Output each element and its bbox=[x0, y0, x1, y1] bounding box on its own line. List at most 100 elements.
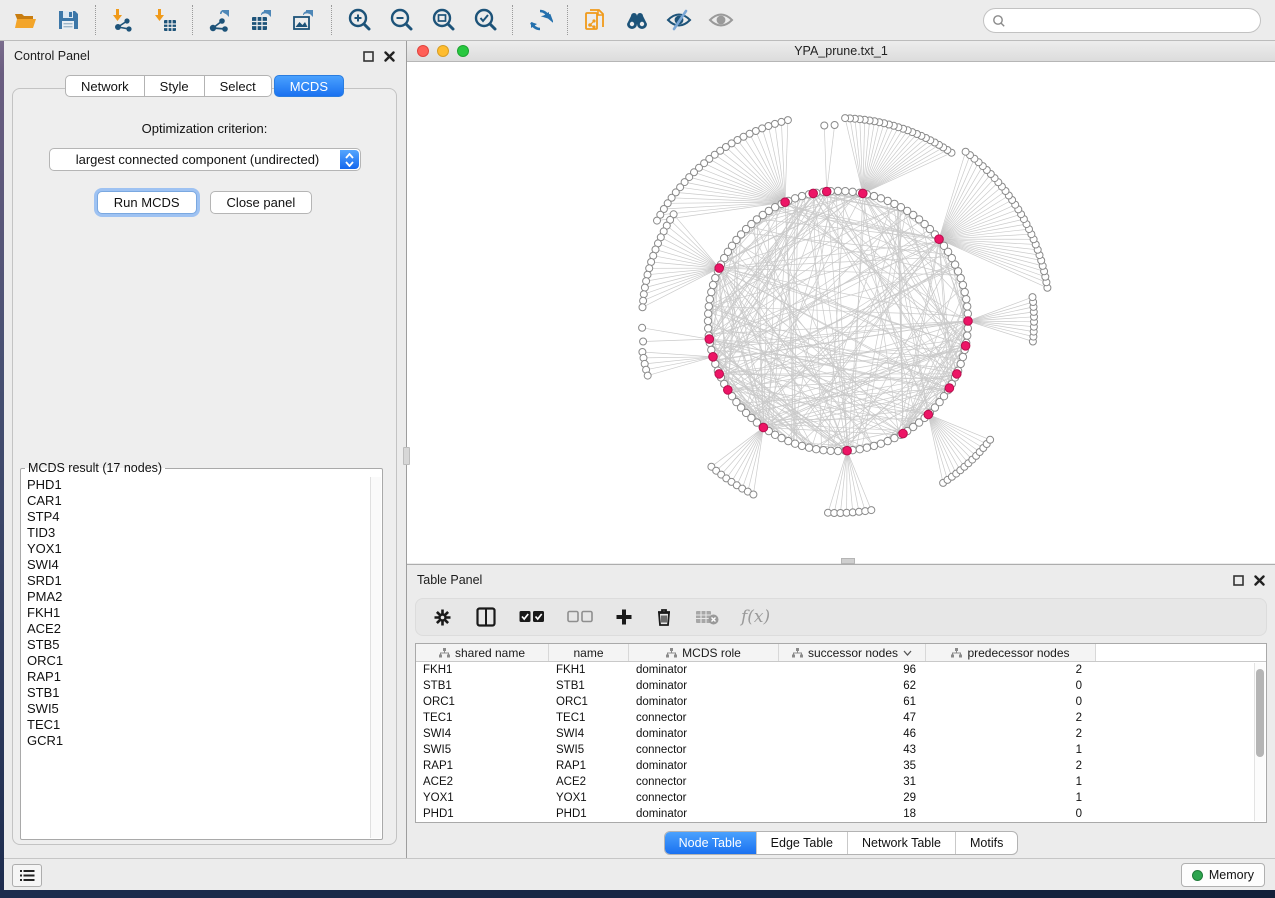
memory-button[interactable]: Memory bbox=[1181, 863, 1265, 887]
ring-node[interactable] bbox=[791, 195, 798, 202]
zoom-out-icon[interactable] bbox=[387, 6, 415, 34]
fan-node[interactable] bbox=[640, 291, 647, 298]
fan-node[interactable] bbox=[644, 271, 651, 278]
hub-node[interactable] bbox=[924, 410, 933, 419]
ring-node[interactable] bbox=[964, 303, 971, 310]
table-row[interactable]: SWI4SWI4dominator462 bbox=[416, 726, 1266, 742]
table-row[interactable]: STB1STB1dominator620 bbox=[416, 678, 1266, 694]
import-network-icon[interactable] bbox=[109, 6, 137, 34]
fan-node[interactable] bbox=[784, 117, 791, 124]
mcds-list-item[interactable]: TEC1 bbox=[22, 717, 381, 733]
ring-node[interactable] bbox=[708, 288, 715, 295]
ring-node[interactable] bbox=[827, 447, 834, 454]
ring-node[interactable] bbox=[877, 440, 884, 447]
zoom-fit-icon[interactable] bbox=[429, 6, 457, 34]
ring-node[interactable] bbox=[964, 332, 971, 339]
mcds-list-item[interactable]: TID3 bbox=[22, 525, 381, 541]
float-panel-icon[interactable] bbox=[1233, 575, 1244, 586]
ring-node[interactable] bbox=[834, 447, 841, 454]
table-row[interactable]: RAP1RAP1dominator352 bbox=[416, 758, 1266, 774]
mcds-list-item[interactable]: SWI4 bbox=[22, 557, 381, 573]
column-header-shared-name[interactable]: shared name bbox=[416, 644, 549, 661]
ring-node[interactable] bbox=[805, 444, 812, 451]
open-file-icon[interactable] bbox=[12, 6, 40, 34]
function-builder-icon[interactable]: f(x) bbox=[741, 604, 770, 630]
ring-node[interactable] bbox=[706, 296, 713, 303]
ring-node[interactable] bbox=[705, 310, 712, 317]
tab-network-table[interactable]: Network Table bbox=[847, 832, 955, 854]
add-column-icon[interactable] bbox=[615, 604, 633, 630]
export-network-icon[interactable] bbox=[206, 6, 234, 34]
save-session-icon[interactable] bbox=[54, 6, 82, 34]
ring-node[interactable] bbox=[791, 440, 798, 447]
ring-node[interactable] bbox=[856, 446, 863, 453]
ring-node[interactable] bbox=[705, 325, 712, 332]
zoom-selected-icon[interactable] bbox=[471, 6, 499, 34]
fan-node[interactable] bbox=[778, 118, 785, 125]
fan-node[interactable] bbox=[640, 297, 647, 304]
hub-node[interactable] bbox=[935, 235, 944, 244]
float-panel-icon[interactable] bbox=[363, 51, 374, 62]
mcds-list-item[interactable]: PMA2 bbox=[22, 589, 381, 605]
fan-node[interactable] bbox=[654, 217, 661, 224]
tab-style[interactable]: Style bbox=[145, 75, 205, 97]
ring-node[interactable] bbox=[877, 195, 884, 202]
hub-node[interactable] bbox=[899, 429, 908, 438]
hub-node[interactable] bbox=[964, 317, 973, 326]
mcds-list-item[interactable]: GCR1 bbox=[22, 733, 381, 749]
tab-node-table[interactable]: Node Table bbox=[665, 832, 756, 854]
refresh-icon[interactable] bbox=[526, 6, 554, 34]
hub-node[interactable] bbox=[822, 187, 831, 196]
ring-node[interactable] bbox=[961, 288, 968, 295]
column-header-predecessor-nodes[interactable]: predecessor nodes bbox=[926, 644, 1096, 661]
close-panel-icon[interactable] bbox=[384, 51, 395, 62]
mcds-list-item[interactable]: SWI5 bbox=[22, 701, 381, 717]
table-row[interactable]: ACE2ACE2connector311 bbox=[416, 774, 1266, 790]
import-table-icon[interactable] bbox=[151, 6, 179, 34]
hub-node[interactable] bbox=[705, 335, 714, 344]
ring-node[interactable] bbox=[834, 187, 841, 194]
table-row[interactable]: ORC1ORC1dominator610 bbox=[416, 694, 1266, 710]
mcds-list-item[interactable]: SRD1 bbox=[22, 573, 381, 589]
zoom-in-icon[interactable] bbox=[345, 6, 373, 34]
hub-node[interactable] bbox=[709, 353, 718, 362]
table-row[interactable]: TEC1TEC1connector472 bbox=[416, 710, 1266, 726]
mcds-list-scrollbar[interactable] bbox=[370, 477, 381, 838]
mcds-result-list[interactable]: PHD1CAR1STP4TID3YOX1SWI4SRD1PMA2FKH1ACE2… bbox=[22, 477, 381, 838]
mcds-list-item[interactable]: STP4 bbox=[22, 509, 381, 525]
fan-node[interactable] bbox=[641, 284, 648, 291]
ring-node[interactable] bbox=[863, 444, 870, 451]
fan-node[interactable] bbox=[639, 304, 646, 311]
table-scrollbar[interactable] bbox=[1254, 663, 1265, 821]
table-row[interactable]: SWI5SWI5connector431 bbox=[416, 742, 1266, 758]
ring-node[interactable] bbox=[712, 274, 719, 281]
network-canvas[interactable] bbox=[407, 62, 1275, 563]
tab-network[interactable]: Network bbox=[65, 75, 145, 97]
ring-node[interactable] bbox=[798, 192, 805, 199]
clone-network-icon[interactable] bbox=[581, 6, 609, 34]
table-row[interactable]: YOX1YOX1connector291 bbox=[416, 790, 1266, 806]
export-image-icon[interactable] bbox=[290, 6, 318, 34]
fan-node[interactable] bbox=[842, 115, 849, 122]
tab-mcds[interactable]: MCDS bbox=[274, 75, 344, 97]
close-panel-button[interactable]: Close panel bbox=[210, 191, 313, 214]
hub-node[interactable] bbox=[945, 384, 954, 393]
fan-node[interactable] bbox=[1029, 294, 1036, 301]
mcds-list-item[interactable]: CAR1 bbox=[22, 493, 381, 509]
ring-node[interactable] bbox=[798, 442, 805, 449]
fan-node[interactable] bbox=[868, 507, 875, 514]
hub-node[interactable] bbox=[781, 198, 790, 207]
fan-node[interactable] bbox=[821, 122, 828, 129]
hub-node[interactable] bbox=[961, 342, 970, 351]
ring-node[interactable] bbox=[963, 296, 970, 303]
ring-node[interactable] bbox=[959, 281, 966, 288]
ring-node[interactable] bbox=[870, 442, 877, 449]
mcds-list-item[interactable]: YOX1 bbox=[22, 541, 381, 557]
search-input[interactable] bbox=[1006, 11, 1260, 31]
ring-node[interactable] bbox=[959, 353, 966, 360]
vertical-splitter-handle[interactable] bbox=[403, 447, 410, 465]
window-zoom-button[interactable] bbox=[457, 45, 469, 57]
ring-node[interactable] bbox=[785, 437, 792, 444]
table-settings-icon[interactable] bbox=[432, 604, 453, 630]
optimization-criterion-dropdown[interactable]: largest connected component (undirected) bbox=[49, 148, 361, 171]
